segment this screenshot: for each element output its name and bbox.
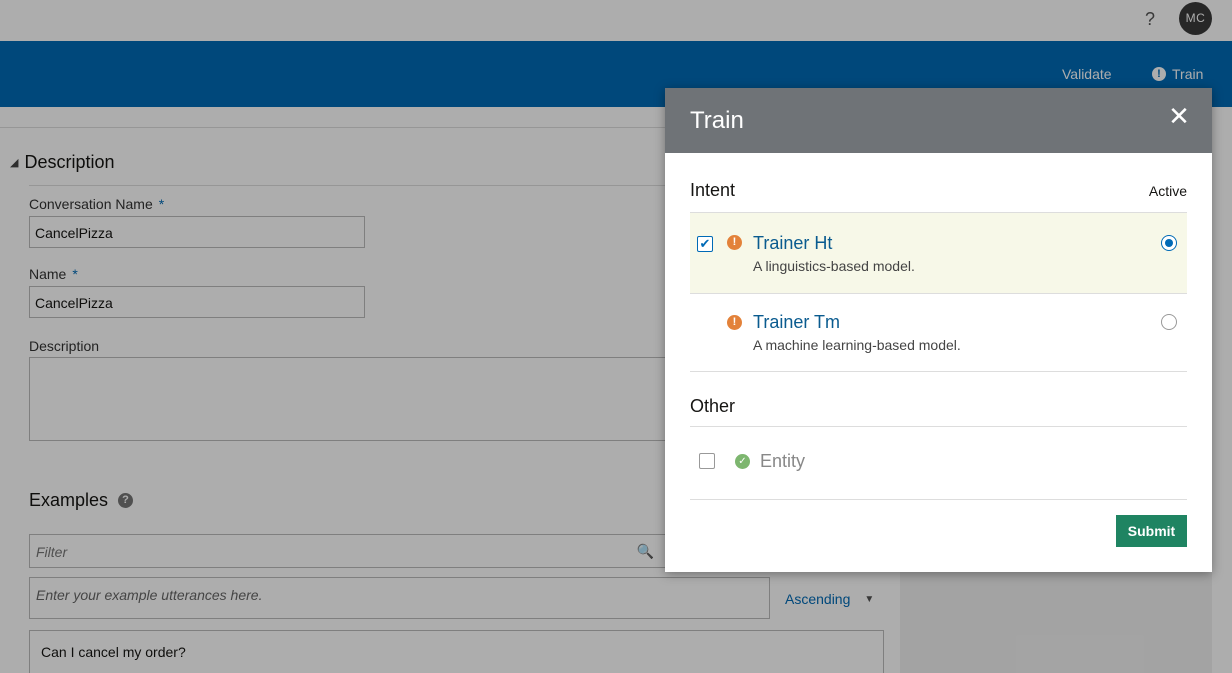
trainer-ht-checkbox[interactable]: ✔ [697, 236, 713, 252]
entity-label: Entity [760, 451, 806, 471]
trainer-tm-active-radio[interactable] [1161, 314, 1177, 330]
trainer-ht-active-radio[interactable] [1161, 235, 1177, 251]
train-dialog: Train ✕ Intent Active ✔ ! Trainer Ht A l… [665, 88, 1212, 572]
submit-button[interactable]: Submit [1116, 515, 1187, 547]
warning-icon: ! [727, 235, 742, 250]
divider [690, 371, 1187, 372]
trainer-tm-title: Trainer Tm [753, 312, 841, 332]
divider [690, 499, 1187, 500]
intent-group-label: Intent [690, 180, 736, 200]
trainer-ht-desc: A linguistics-based model. [753, 258, 915, 274]
trainer-ht-option[interactable]: ✔ ! Trainer Ht A linguistics-based model… [690, 213, 1187, 293]
dialog-title: Train [690, 107, 744, 134]
divider [690, 426, 1187, 427]
trainer-ht-title: Trainer Ht [753, 233, 833, 253]
close-icon[interactable]: ✕ [1168, 103, 1190, 129]
other-group-label: Other [690, 396, 736, 416]
entity-checkbox[interactable] [699, 453, 715, 469]
dialog-header: Train ✕ [665, 88, 1212, 153]
trainer-tm-desc: A machine learning-based model. [753, 337, 961, 353]
active-column-label: Active [1148, 183, 1187, 199]
trainer-tm-option[interactable]: ! Trainer Tm A machine learning-based mo… [690, 294, 1187, 374]
check-circle-icon: ✓ [735, 454, 750, 469]
warning-icon: ! [727, 315, 742, 330]
